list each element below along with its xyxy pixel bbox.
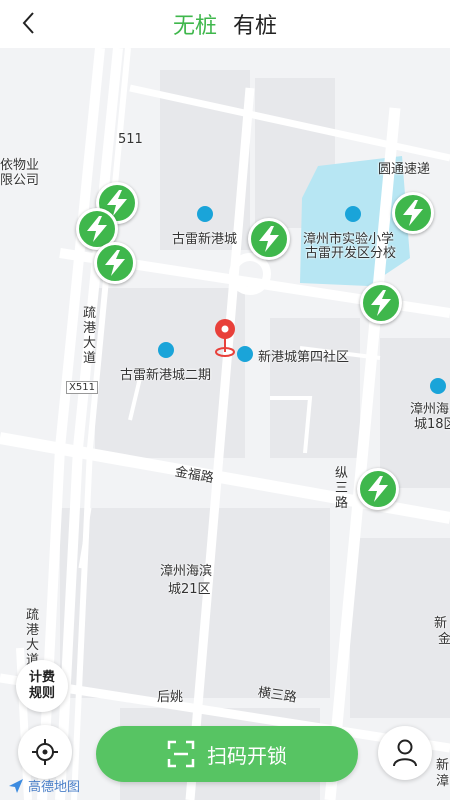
scan-icon [167,740,195,768]
road-label: 511 [118,132,143,147]
scan-unlock-label: 扫码开锁 [207,743,287,768]
poi-label: 古雷新港城 [172,232,238,247]
lightning-icon [403,200,423,226]
lightning-icon [259,226,279,252]
lightning-icon [87,216,107,242]
poi-label: 新港城第四社区 [258,350,350,365]
charging-station-marker[interactable] [248,218,290,260]
road-label: 疏港大道 [83,306,97,366]
lightning-icon [371,290,391,316]
poi-building-icon [197,206,213,222]
lightning-icon [105,250,125,276]
map-provider-label: 高德地图 [28,780,81,795]
poi-building-icon [158,342,174,358]
road-label: 疏港大道 [26,608,40,668]
poi-label: 漳 [436,774,450,789]
crosshair-icon [32,739,58,765]
mode-tabs: 无桩 有桩 [0,0,450,48]
top-bar: 无桩 有桩 [0,0,450,48]
charging-station-marker[interactable] [94,242,136,284]
locate-button[interactable] [18,725,72,779]
road-label: 纵三路 [335,466,349,511]
poi-label: 城21区 [168,582,211,597]
poi-label: 金 [438,632,450,647]
charging-station-marker[interactable] [392,192,434,234]
poi-label: 漳州海滨 [160,564,213,579]
poi-label: 圆通速递 [378,162,431,177]
poi-school-icon [345,206,361,222]
map-provider-logo: 高德地图 [8,776,80,795]
fee-rules-button[interactable]: 计费 规则 [16,660,68,712]
road-shield: X511 [66,381,98,394]
charging-station-marker[interactable] [360,282,402,324]
poi-building-icon [430,378,446,394]
user-button[interactable] [378,726,432,780]
fee-rules-label: 计费 [28,670,55,685]
poi-label: 古雷新港城二期 [120,368,212,383]
charging-station-marker[interactable] [357,468,399,510]
lightning-icon [368,476,388,502]
tab-docked[interactable]: 有桩 [233,8,277,40]
poi-label: 古雷开发区分校 [305,246,397,261]
poi-building-icon [237,346,253,362]
tab-dockless[interactable]: 无桩 [173,8,217,40]
user-icon [393,739,417,767]
scan-unlock-button[interactable]: 扫码开锁 [96,726,358,782]
amap-logo-icon [9,778,23,793]
fee-rules-label: 规则 [28,686,55,701]
poi-label: 城18区 [414,417,450,432]
location-pin-icon [212,318,238,358]
poi-label: 后姚 [157,690,184,705]
poi-label: 限公司 [0,173,40,188]
